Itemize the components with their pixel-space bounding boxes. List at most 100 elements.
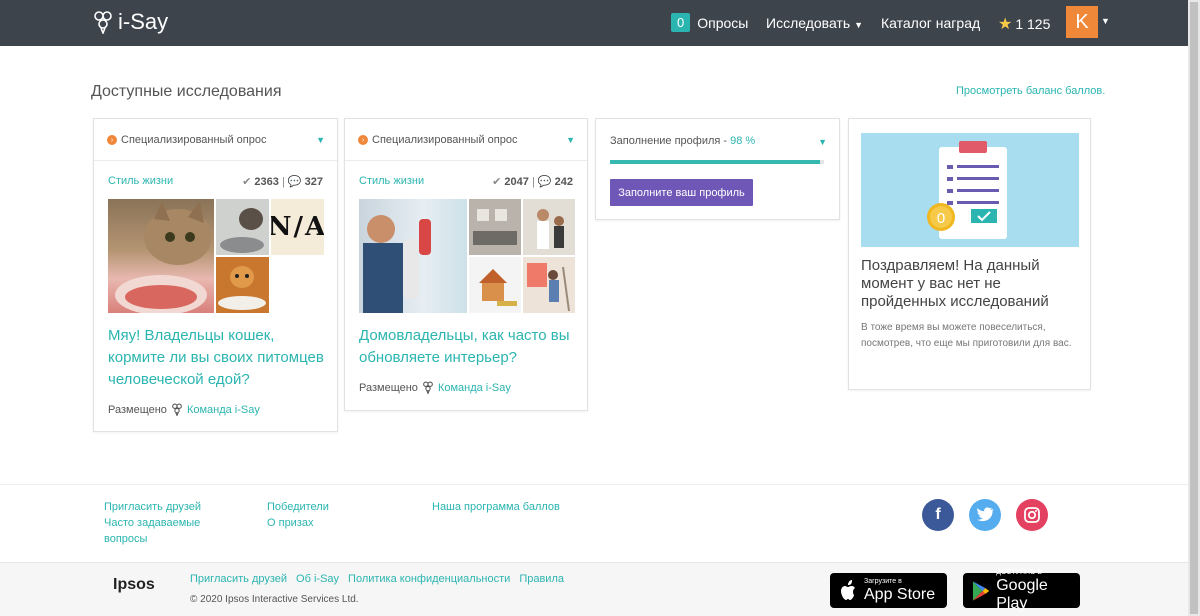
chevron-right-icon: ›	[358, 135, 368, 145]
bottom-bar: Ipsos Пригласить друзей Об i-Say Политика …	[0, 562, 1188, 616]
clipboard-icon: 0	[927, 141, 1007, 239]
card-type: › Специализированный опрос	[358, 134, 517, 146]
top-navbar: i-Say 0 Опросы Исследовать ▼ Каталог нагр…	[0, 0, 1188, 46]
team-link[interactable]: Команда i-Say	[187, 404, 260, 416]
footer-points-program-link[interactable]: Наша программа баллов	[432, 499, 560, 515]
card-category[interactable]: Стиль жизни	[108, 175, 173, 187]
survey-image-collage[interactable]: N/A	[108, 199, 324, 313]
surveys-count-badge: 0	[671, 13, 691, 32]
instagram-icon[interactable]	[1016, 499, 1048, 531]
team-link[interactable]: Команда i-Say	[438, 382, 511, 394]
profile-expand-caret-icon[interactable]: ▼	[818, 137, 827, 147]
survey-card[interactable]: › Специализированный опрос ▼ Стиль жизни…	[344, 118, 588, 411]
avatar-caret-down-icon[interactable]: ▼	[1101, 16, 1110, 26]
couple-illustration	[537, 209, 564, 249]
ladder-painting-image	[523, 257, 575, 313]
card-stats: ✔ 2363 | 💬 327	[242, 175, 323, 188]
painter-image	[359, 199, 467, 313]
page-scrollbar[interactable]	[1188, 0, 1200, 616]
card-expand-caret-icon[interactable]: ▼	[566, 135, 575, 145]
ladder-illustration	[527, 263, 570, 312]
cat-bowl-illustration	[220, 208, 264, 253]
comment-icon: 💬	[287, 176, 302, 188]
card-header: › Специализированный опрос ▼	[345, 119, 587, 161]
complete-profile-button[interactable]: Заполните ваш профиль	[610, 179, 753, 206]
nav-explore-dropdown[interactable]: Исследовать ▼	[766, 15, 863, 31]
footer-about-prizes-link[interactable]: О призах	[267, 515, 314, 531]
bottom-about-link[interactable]: Об i-Say	[296, 573, 339, 585]
checks-count: 2363	[254, 176, 279, 188]
app-store-small-text: Загрузите в	[864, 578, 902, 585]
twitter-bird-icon	[976, 507, 994, 522]
app-store-button[interactable]: Загрузите в App Store	[830, 573, 947, 608]
google-play-small-text: ДОСТУПНО В	[996, 569, 1043, 576]
user-avatar[interactable]: K	[1066, 6, 1098, 38]
no-surveys-card: 0 Поздравляем! На данный момент у вас не…	[848, 118, 1091, 390]
checklist-illustration: 0	[861, 133, 1079, 247]
bottom-invite-friends-link[interactable]: Пригласить друзей	[190, 573, 287, 585]
isay-logo-icon	[94, 11, 112, 34]
star-icon: ★	[998, 16, 1013, 33]
footer-invite-friends-link[interactable]: Пригласить друзей	[104, 499, 201, 515]
check-icon: ✔	[492, 176, 502, 188]
couple-renovating-image	[523, 199, 575, 255]
living-room-illustration	[473, 209, 517, 245]
nav-surveys[interactable]: 0 Опросы	[671, 13, 748, 32]
facebook-icon[interactable]: f	[922, 499, 954, 531]
checks-count: 2047	[504, 176, 529, 188]
na-text-image: N/A	[271, 199, 324, 255]
google-play-icon	[972, 580, 990, 601]
posted-by: Размещено Команда i-Say	[108, 403, 260, 416]
profile-label-text: Заполнение профиля -	[610, 135, 731, 147]
google-play-text: ДОСТУПНО В Google Play	[996, 568, 1080, 613]
chevron-right-icon: ›	[107, 135, 117, 145]
page-title: Доступные исследования	[91, 83, 282, 100]
logo-text: i-Say	[118, 9, 169, 34]
posted-by: Размещено Команда i-Say	[359, 381, 511, 394]
isay-team-icon	[172, 403, 182, 416]
cat-plate-illustration	[218, 266, 266, 310]
bottom-links: Пригласить друзей Об i-Say Политика конфид…	[190, 573, 573, 585]
caret-down-icon: ▼	[854, 20, 864, 30]
explore-label: Исследовать	[766, 15, 851, 31]
ipsos-logo[interactable]: Ipsos	[113, 576, 155, 594]
apple-icon	[841, 579, 855, 600]
survey-title-link[interactable]: Мяу! Владельцы кошек, кормите ли вы свои…	[108, 325, 328, 391]
house-keys-illustration	[479, 269, 517, 306]
cat-plate-image	[216, 257, 269, 313]
survey-image-collage[interactable]	[359, 199, 575, 313]
app-store-big-text: App Store	[864, 586, 936, 603]
painter-illustration	[363, 215, 431, 313]
scrollbar-thumb[interactable]	[1190, 2, 1198, 614]
zero-badge-text: 0	[937, 210, 945, 227]
stats-divider: |	[531, 176, 535, 188]
google-play-big-text: Google Play	[996, 577, 1048, 612]
survey-title-link[interactable]: Домовладельцы, как часто вы обновляете и…	[359, 325, 579, 369]
congrats-heading: Поздравляем! На данный момент у вас нет …	[861, 257, 1049, 310]
card-header: › Специализированный опрос ▼	[94, 119, 337, 161]
stats-divider: |	[281, 176, 285, 188]
profile-completion-card: Заполнение профиля - 98 % ▼ Заполните ва…	[595, 118, 840, 220]
points-value: 1 125	[1015, 16, 1051, 32]
view-balance-link[interactable]: Просмотреть баланс баллов.	[956, 85, 1105, 97]
bottom-rules-link[interactable]: Правила	[519, 573, 564, 585]
profile-percent: 98 %	[730, 135, 756, 147]
card-expand-caret-icon[interactable]: ▼	[316, 135, 325, 145]
footer-winners-link[interactable]: Победители	[267, 499, 329, 515]
survey-card[interactable]: › Специализированный опрос ▼ Стиль жизни…	[93, 118, 338, 432]
card-type-label: Специализированный опрос	[121, 134, 267, 146]
google-play-button[interactable]: ДОСТУПНО В Google Play	[963, 569, 1080, 612]
card-type: › Специализированный опрос	[107, 134, 266, 146]
cat-bowl-image	[216, 199, 269, 255]
isay-logo[interactable]: i-Say	[92, 9, 168, 35]
twitter-icon[interactable]	[969, 499, 1001, 531]
nav-rewards-catalog[interactable]: Каталог наград	[881, 15, 980, 31]
card-category[interactable]: Стиль жизни	[359, 175, 424, 187]
nav-points[interactable]: ★ 1 125	[998, 14, 1050, 34]
instagram-camera-icon	[1024, 507, 1040, 523]
surveys-label: Опросы	[697, 14, 749, 31]
posted-label: Размещено	[359, 381, 418, 394]
footer-faq-link[interactable]: Часто задаваемые вопросы	[104, 515, 214, 547]
living-room-image	[469, 199, 521, 255]
bottom-privacy-link[interactable]: Политика конфиденциальности	[348, 573, 510, 585]
